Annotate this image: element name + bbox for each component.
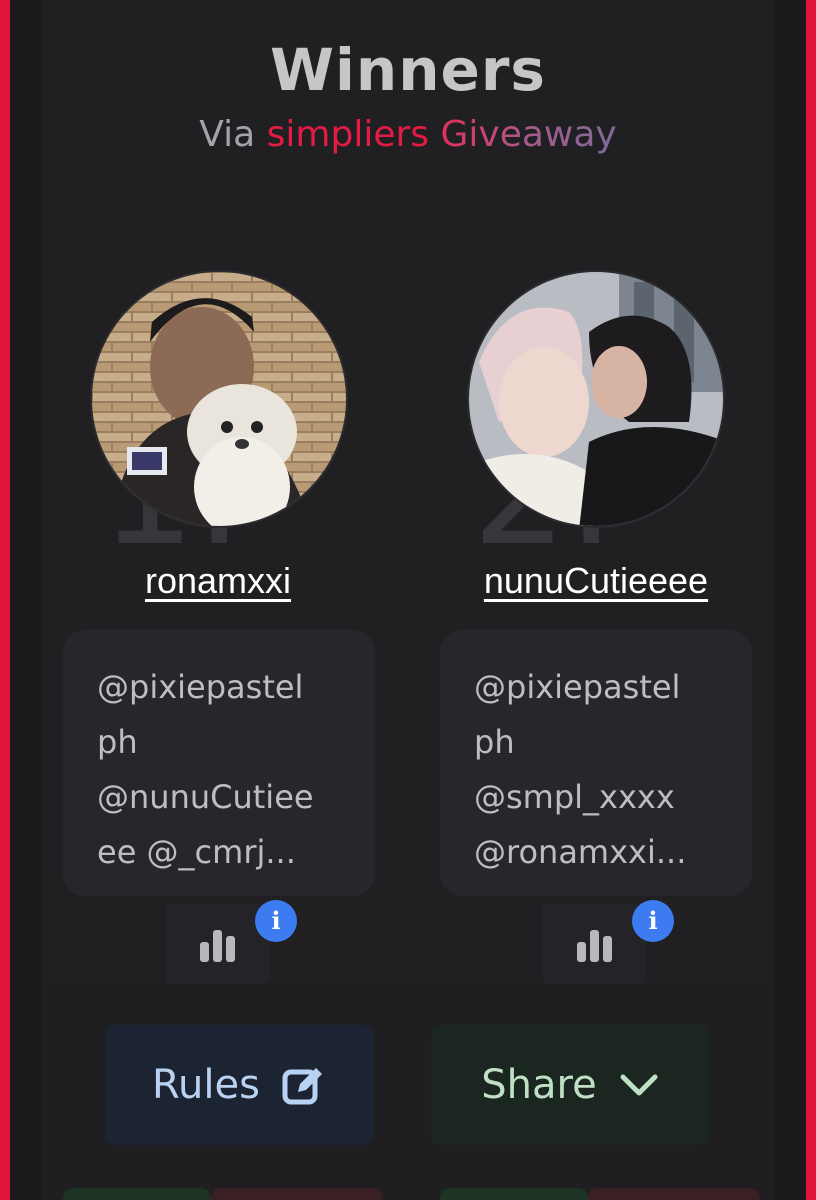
avatar[interactable] xyxy=(90,270,348,528)
rules-label: Rules xyxy=(152,1062,260,1108)
subtitle-prefix: Via xyxy=(199,114,256,155)
tag-line: ph xyxy=(97,723,138,761)
next-row-button[interactable] xyxy=(211,1188,383,1200)
next-row-button[interactable] xyxy=(588,1188,760,1200)
profile-photo-icon xyxy=(92,272,346,526)
edit-icon xyxy=(282,1068,322,1105)
avatar[interactable] xyxy=(467,270,725,528)
page-title: Winners xyxy=(270,36,546,104)
frame-right-border xyxy=(806,0,816,1200)
page-subtitle: Via simpliers Giveaway xyxy=(0,114,816,155)
brand-name[interactable]: simpliers xyxy=(267,114,429,155)
gutter-right xyxy=(774,0,806,1200)
info-icon[interactable]: i xyxy=(255,900,297,942)
winner-username[interactable]: nunuCutieeee xyxy=(436,560,756,602)
next-row-button[interactable] xyxy=(440,1188,588,1200)
tag-line: ee @_cmrj... xyxy=(97,833,296,871)
tagged-users-card: @pixiepastel ph @nunuCutiee ee @_cmrj... xyxy=(63,630,375,896)
gutter-left xyxy=(10,0,42,1200)
bar-chart-icon xyxy=(200,930,235,962)
tag-line: @smpl_xxxx xyxy=(474,778,675,816)
tag-line: @ronamxxi... xyxy=(474,833,687,871)
subtitle-suffix: Giveaway xyxy=(440,114,617,155)
tag-line: @pixiepastel xyxy=(474,668,681,706)
info-icon[interactable]: i xyxy=(632,900,674,942)
tag-line: @pixiepastel xyxy=(97,668,304,706)
share-label: Share xyxy=(481,1062,597,1108)
tag-line: ph xyxy=(474,723,515,761)
tag-line: @nunuCutiee xyxy=(97,778,314,816)
frame-left-border xyxy=(0,0,10,1200)
bar-chart-icon xyxy=(577,930,612,962)
profile-photo-icon xyxy=(469,272,723,526)
rules-button[interactable]: Rules xyxy=(105,1025,373,1145)
tagged-users-card: @pixiepastel ph @smpl_xxxx @ronamxxi... xyxy=(440,630,752,896)
next-row-button[interactable] xyxy=(63,1188,211,1200)
share-button[interactable]: Share xyxy=(431,1025,709,1145)
winner-username[interactable]: ronamxxi xyxy=(58,560,378,602)
chevron-down-icon xyxy=(620,1074,658,1096)
